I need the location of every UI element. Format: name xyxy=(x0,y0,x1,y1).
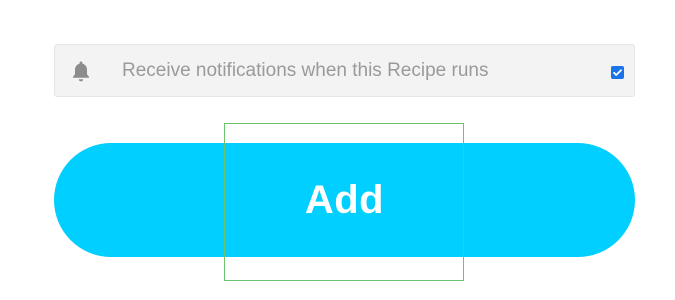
checkmark-icon xyxy=(613,69,622,76)
add-button-label: Add xyxy=(304,177,385,222)
notifications-checkbox[interactable] xyxy=(611,66,624,79)
bell-icon xyxy=(69,59,93,83)
cut-off-description-text xyxy=(196,0,436,4)
notifications-label: Receive notifications when this Recipe r… xyxy=(122,60,489,81)
notifications-toggle-row[interactable]: Receive notifications when this Recipe r… xyxy=(54,44,635,97)
add-button[interactable]: Add xyxy=(54,143,635,257)
